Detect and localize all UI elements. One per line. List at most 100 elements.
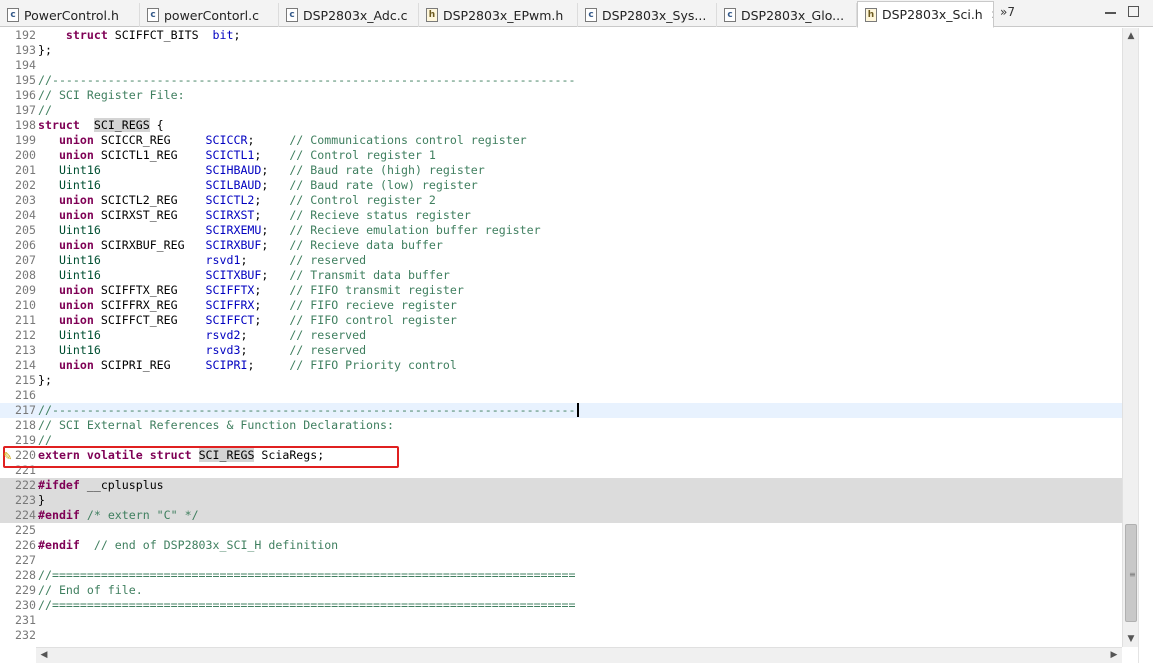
scroll-right-icon[interactable]: ▶	[1106, 648, 1122, 663]
code-line[interactable]: 192 struct SCIFFCT_BITS bit;	[0, 28, 1122, 43]
code-line[interactable]: 210 union SCIFFRX_REG SCIFFRX; // FIFO r…	[0, 298, 1122, 313]
code-line[interactable]: 195//-----------------------------------…	[0, 73, 1122, 88]
scroll-up-icon[interactable]: ▲	[1123, 28, 1139, 44]
maximize-icon[interactable]	[1128, 6, 1139, 17]
code-token: SCICTL1	[205, 148, 255, 162]
line-number: 211	[15, 313, 36, 327]
code-token: ;	[254, 148, 290, 162]
tab-2[interactable]: c powerContorl.c	[140, 3, 279, 27]
code-line[interactable]: 215};	[0, 373, 1122, 388]
code-text: //--------------------------------------…	[38, 73, 575, 88]
code-token: SCITXBUF	[205, 268, 262, 282]
tab-4[interactable]: h DSP2803x_EPwm.h	[419, 3, 578, 27]
code-line[interactable]: 228//===================================…	[0, 568, 1122, 583]
code-token: SCIRXST_REG	[93, 208, 206, 222]
code-line[interactable]: 197//	[0, 103, 1122, 118]
horizontal-scrollbar[interactable]: ◀ ▶	[36, 647, 1122, 663]
code-line[interactable]: 214 union SCIPRI_REG SCIPRI; // FIFO Pri…	[0, 358, 1122, 373]
code-text: //	[38, 103, 52, 118]
code-line[interactable]: 208 Uint16 SCITXBUF; // Transmit data bu…	[0, 268, 1122, 283]
code-token: // SCI External References & Function De…	[38, 418, 394, 432]
line-number: 228	[15, 568, 36, 582]
code-token: SCIPRI_REG	[93, 358, 206, 372]
code-line[interactable]: 229// End of file.	[0, 583, 1122, 598]
code-token: #ifdef	[38, 478, 80, 492]
code-line[interactable]: 227	[0, 553, 1122, 568]
scroll-down-icon[interactable]: ▼	[1123, 631, 1139, 647]
code-line[interactable]: 232	[0, 628, 1122, 643]
code-line[interactable]: 209 union SCIFFTX_REG SCIFFTX; // FIFO t…	[0, 283, 1122, 298]
code-line[interactable]: 225	[0, 523, 1122, 538]
tab-1[interactable]: c PowerControl.h	[0, 3, 140, 27]
code-token: ;	[240, 328, 290, 342]
code-line[interactable]: 201 Uint16 SCIHBAUD; // Baud rate (high)…	[0, 163, 1122, 178]
code-line[interactable]: 198 struct SCI_REGS {	[0, 118, 1122, 133]
code-token: {	[149, 118, 164, 132]
code-line[interactable]: 224 #endif /* extern "C" */	[0, 508, 1122, 523]
code-line[interactable]: 211 union SCIFFCT_REG SCIFFCT; // FIFO c…	[0, 313, 1122, 328]
code-token: // End of file.	[38, 583, 143, 597]
tab-7[interactable]: h DSP2803x_Sci.h ✕	[857, 1, 994, 28]
minimize-icon[interactable]	[1105, 10, 1116, 14]
tab-3[interactable]: c DSP2803x_Adc.c	[279, 3, 419, 27]
code-token: union	[58, 283, 94, 297]
code-text: union SCICTL2_REG SCICTL2; // Control re…	[38, 193, 436, 208]
scroll-left-icon[interactable]: ◀	[36, 648, 52, 663]
code-line[interactable]: 206 union SCIRXBUF_REG SCIRXBUF; // Reci…	[0, 238, 1122, 253]
code-line[interactable]: 202 Uint16 SCILBAUD; // Baud rate (low) …	[0, 178, 1122, 193]
code-line[interactable]: 222 #ifdef __cplusplus	[0, 478, 1122, 493]
code-token: struct	[38, 118, 80, 132]
tab-5[interactable]: c DSP2803x_Sys...	[578, 3, 717, 27]
code-token: union	[58, 208, 94, 222]
code-line[interactable]: 230//===================================…	[0, 598, 1122, 613]
code-editor[interactable]: 192 struct SCIFFCT_BITS bit; 193}; 194 195/…	[0, 28, 1122, 647]
code-line[interactable]: 212 Uint16 rsvd2; // reserved	[0, 328, 1122, 343]
vertical-scrollbar[interactable]: ▲ ≡ ▼	[1122, 28, 1138, 647]
code-line[interactable]: 194	[0, 58, 1122, 73]
code-line[interactable]: 223}	[0, 493, 1122, 508]
line-number: 232	[15, 628, 36, 642]
code-line[interactable]: 193};	[0, 43, 1122, 58]
tab-6[interactable]: c DSP2803x_Glo...	[717, 3, 857, 27]
tab-overflow-button[interactable]: »7	[1000, 5, 1015, 19]
code-line[interactable]: 196// SCI Register File:	[0, 88, 1122, 103]
code-line[interactable]: 207 Uint16 rsvd1; // reserved	[0, 253, 1122, 268]
line-number: 224	[15, 508, 36, 522]
code-line[interactable]: 231	[0, 613, 1122, 628]
code-token: ;	[240, 253, 290, 267]
vertical-scroll-thumb[interactable]: ≡	[1125, 524, 1137, 622]
code-line[interactable]: 205 Uint16 SCIRXEMU; // Recieve emulatio…	[0, 223, 1122, 238]
code-line[interactable]: 199 union SCICCR_REG SCICCR; // Communic…	[0, 133, 1122, 148]
code-line[interactable]: 204 union SCIRXST_REG SCIRXST; // Reciev…	[0, 208, 1122, 223]
code-line[interactable]: 213 Uint16 rsvd3; // reserved	[0, 343, 1122, 358]
code-token: SCICCR	[205, 133, 248, 147]
code-token: SCIRXEMU	[205, 223, 262, 237]
code-line[interactable]: 218// SCI External References & Function…	[0, 418, 1122, 433]
code-text: #endif // end of DSP2803x_SCI_H definiti…	[38, 538, 338, 553]
code-text: Uint16 SCILBAUD; // Baud rate (low) regi…	[38, 178, 478, 193]
line-number: 201	[15, 163, 36, 177]
code-line[interactable]: 226 #endif // end of DSP2803x_SCI_H defin…	[0, 538, 1122, 553]
code-line[interactable]: 203 union SCICTL2_REG SCICTL2; // Contro…	[0, 193, 1122, 208]
close-icon[interactable]: ✕	[991, 8, 993, 22]
code-text: // End of file.	[38, 583, 143, 598]
code-token: ;	[233, 28, 241, 42]
code-line[interactable]: 216	[0, 388, 1122, 403]
code-text: Uint16 SCITXBUF; // Transmit data buffer	[38, 268, 450, 283]
code-line[interactable]: 217//-----------------------------------…	[0, 403, 1122, 418]
line-number: 227	[15, 553, 36, 567]
code-token: // SCI Register File:	[38, 88, 185, 102]
code-line[interactable]: 200 union SCICTL1_REG SCICTL1; // Contro…	[0, 148, 1122, 163]
code-token: SCIFFCT_BITS	[107, 28, 213, 42]
code-token: #endif	[38, 508, 80, 522]
